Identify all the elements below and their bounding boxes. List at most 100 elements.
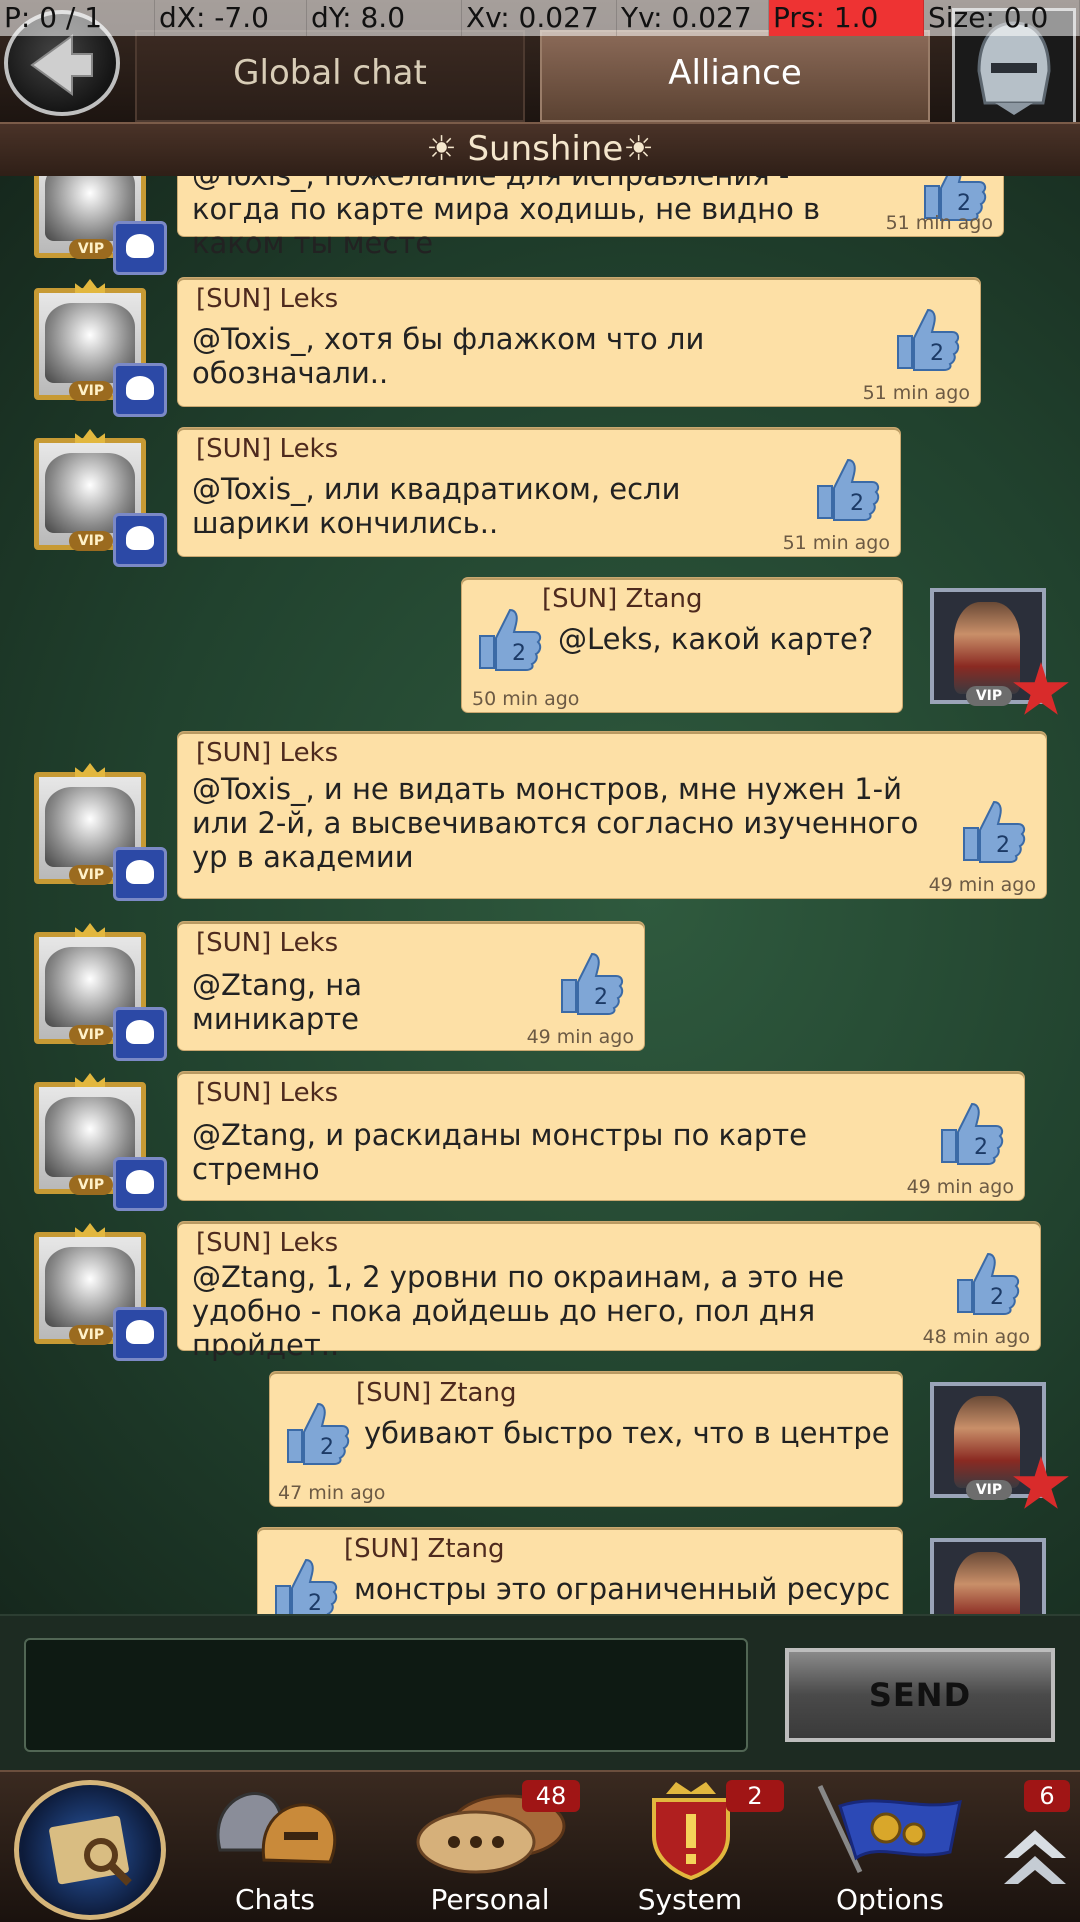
chat-message: VIP [SUN] Leks @Ztang, 1, 2 уровни по ок…: [0, 1222, 1080, 1362]
thumbs-up-icon[interactable]: 2: [810, 452, 882, 524]
crown-icon: [75, 1073, 105, 1087]
message-time: 47 min ago: [278, 1482, 386, 1504]
message-time: 48 min ago: [922, 1326, 1030, 1348]
message-text: @Leks, какой карте?: [558, 622, 874, 656]
message-time: 49 min ago: [906, 1176, 1014, 1198]
vip-badge: VIP: [69, 1325, 113, 1345]
message-bubble[interactable]: [SUN] Leks @Toxis_, и не видать монстров…: [178, 732, 1046, 898]
nav-more[interactable]: 6: [990, 1772, 1080, 1922]
chat-message: [SUN] Ztang монстры это ограниченный рес…: [0, 1528, 1080, 1614]
chat-message: VIP [SUN] Leks @Toxis_, хотя бы флажком …: [0, 278, 1080, 418]
size-readout: Size: 0.0: [924, 0, 1080, 36]
avatar[interactable]: VIP: [34, 923, 167, 1061]
thumbs-up-icon[interactable]: 2: [472, 602, 544, 674]
dx-readout: dX: -7.0: [155, 0, 307, 36]
tab-alliance[interactable]: Alliance: [540, 30, 930, 122]
message-sender: [SUN] Ztang: [344, 1534, 505, 1564]
alliance-dove-badge-icon: [113, 1007, 167, 1061]
alliance-dove-badge-icon: [113, 1307, 167, 1361]
nav-personal-label: Personal: [430, 1883, 550, 1916]
alliance-name-bar: ☀ Sunshine☀: [0, 122, 1080, 178]
helmets-icon: [216, 1792, 337, 1864]
knight-portrait-icon: [954, 1396, 1020, 1488]
nav-personal[interactable]: 48 Personal: [400, 1772, 580, 1922]
thumbs-up-icon[interactable]: 2: [554, 946, 626, 1018]
crown-icon: [75, 1223, 105, 1237]
thumbs-up-icon[interactable]: 2: [280, 1396, 352, 1468]
message-sender: [SUN] Leks: [196, 434, 339, 464]
alliance-dove-badge-icon: [113, 847, 167, 901]
xv-readout: Xv: 0.027: [462, 0, 617, 36]
vip-badge: VIP: [69, 1025, 113, 1045]
gears-flag-icon: [817, 1784, 962, 1874]
message-sender: [SUN] Leks: [196, 928, 339, 958]
world-map-button[interactable]: [14, 1780, 166, 1920]
thumbs-up-icon[interactable]: 2: [268, 1552, 340, 1614]
message-text: @Toxis_, и не видать монстров, мне нужен…: [192, 772, 919, 874]
red-star-badge-icon: [1013, 662, 1069, 715]
magnifier-icon: [84, 1838, 132, 1886]
crown-icon: [75, 279, 105, 293]
like-count: 2: [990, 1285, 1004, 1310]
message-text: @Ztang, 1, 2 уровни по окраинам, а это н…: [192, 1260, 845, 1362]
message-sender: [SUN] Ztang: [356, 1378, 517, 1408]
avatar[interactable]: VIP: [930, 588, 1069, 715]
avatar[interactable]: VIP: [930, 1382, 1069, 1509]
avatar[interactable]: [930, 1538, 1046, 1614]
system-unread-count: 2: [726, 1780, 784, 1812]
message-bubble[interactable]: @Toxis_, пожелание для исправления - ког…: [178, 176, 1003, 260]
message-bubble[interactable]: [SUN] Ztang монстры это ограниченный рес…: [258, 1528, 902, 1614]
message-sender: [SUN] Leks: [196, 284, 339, 314]
chevron-up-icon: [1004, 1830, 1066, 1884]
chat-message: [SUN] Ztang убивают быстро тех, что в це…: [0, 1372, 1080, 1512]
alliance-dove-badge-icon: [113, 221, 167, 275]
message-text: @Toxis_, хотя бы флажком что ли обознача…: [192, 322, 705, 390]
message-bubble[interactable]: [SUN] Leks @Ztang, 1, 2 уровни по окраин…: [178, 1222, 1040, 1362]
message-text: убивают быстро тех, что в центре: [364, 1416, 890, 1450]
send-button[interactable]: SEND: [785, 1648, 1055, 1742]
message-sender: [SUN] Leks: [196, 1078, 339, 1108]
avatar[interactable]: VIP: [34, 763, 167, 901]
thumbs-up-icon[interactable]: 2: [934, 1096, 1006, 1168]
vip-badge: VIP: [966, 1480, 1012, 1500]
message-bubble[interactable]: [SUN] Leks @Ztang, и раскиданы монстры п…: [178, 1072, 1024, 1200]
like-count: 2: [512, 641, 526, 666]
alliance-name: ☀ Sunshine☀: [426, 129, 654, 169]
like-count: 2: [308, 1591, 322, 1614]
avatar[interactable]: VIP: [34, 429, 167, 567]
message-bubble[interactable]: [SUN] Ztang убивают быстро тех, что в це…: [270, 1372, 902, 1506]
vip-badge: VIP: [69, 531, 113, 551]
alliance-dove-badge-icon: [113, 363, 167, 417]
thumbs-up-icon[interactable]: 2: [890, 302, 962, 374]
chat-message-list[interactable]: VIP @Toxis_, пожелание для исправления -…: [0, 176, 1080, 1614]
message-text: @Ztang, и раскиданы монстры по карте стр…: [192, 1118, 807, 1186]
nav-system[interactable]: 2 System: [610, 1772, 784, 1922]
nav-chats[interactable]: Chats: [190, 1772, 360, 1922]
crown-icon: [75, 763, 105, 777]
message-sender: [SUN] Ztang: [542, 584, 703, 614]
back-arrow-icon: [30, 34, 93, 96]
avatar[interactable]: VIP: [34, 279, 167, 417]
chat-message: VIP [SUN] Leks @Toxis_, и не видать монс…: [0, 732, 1080, 908]
message-bubble[interactable]: [SUN] Leks @Toxis_, хотя бы флажком что …: [178, 278, 980, 406]
message-time: 51 min ago: [782, 532, 890, 554]
message-text: @Toxis_, пожелание для исправления - ког…: [192, 176, 821, 260]
message-text: @Toxis_, или квадратиком, если шарики ко…: [192, 472, 681, 540]
like-count: 2: [594, 985, 608, 1010]
thumbs-up-icon[interactable]: 2: [956, 794, 1028, 866]
message-bubble[interactable]: [SUN] Leks @Toxis_, или квадратиком, есл…: [178, 428, 900, 556]
dy-readout: dY: 8.0: [307, 0, 462, 36]
message-input[interactable]: [24, 1638, 748, 1752]
avatar[interactable]: VIP: [34, 176, 167, 275]
message-bubble[interactable]: [SUN] Leks @Ztang, на миникарте 2 49 min…: [178, 922, 644, 1050]
avatar[interactable]: VIP: [34, 1073, 167, 1211]
nav-options[interactable]: Options: [800, 1772, 980, 1922]
like-count: 2: [974, 1135, 988, 1160]
avatar[interactable]: VIP: [34, 1223, 167, 1361]
thumbs-up-icon[interactable]: 2: [950, 1246, 1022, 1318]
message-time: 49 min ago: [928, 874, 1036, 896]
message-time: 51 min ago: [862, 382, 970, 404]
tab-global-chat[interactable]: Global chat: [135, 30, 525, 122]
message-text: @Ztang, на миникарте: [192, 968, 362, 1036]
message-bubble[interactable]: [SUN] Ztang @Leks, какой карте? 2 50 min…: [462, 578, 902, 712]
